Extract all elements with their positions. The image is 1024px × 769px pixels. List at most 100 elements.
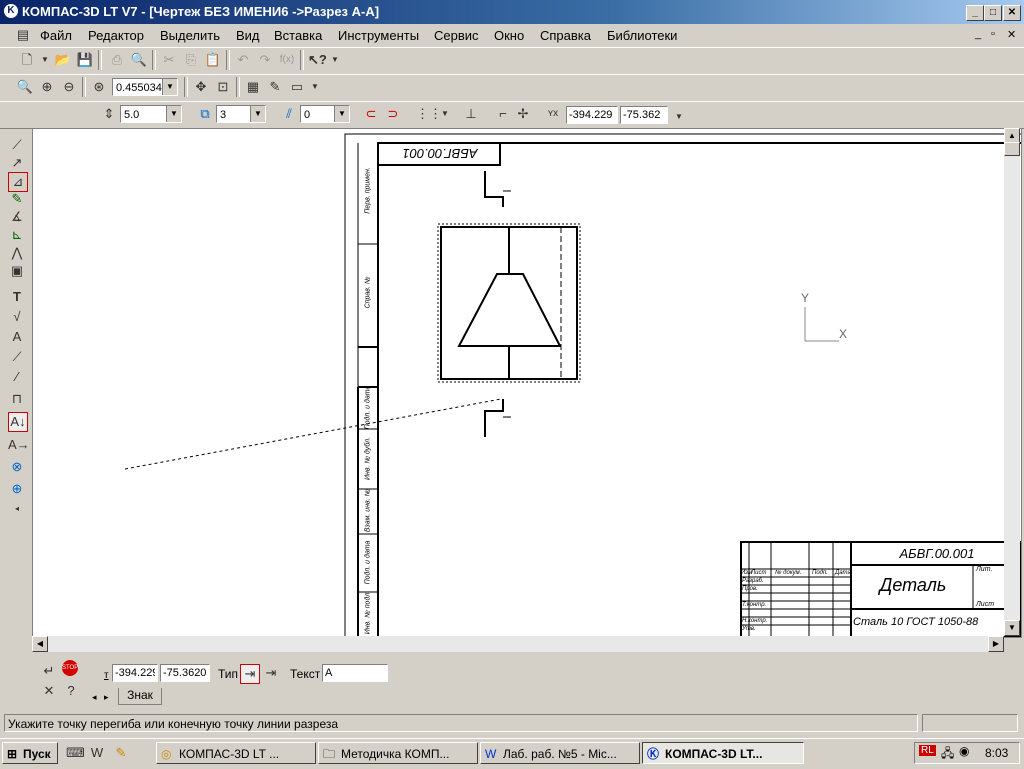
zoom-in-icon[interactable]: ⊕ bbox=[38, 78, 56, 96]
menu-file[interactable]: Файл bbox=[40, 28, 72, 43]
volume-tray-icon[interactable]: ◉ bbox=[959, 744, 969, 758]
step-icon[interactable]: ⇕ bbox=[100, 105, 118, 123]
task-word-doc[interactable]: W Лаб. раб. №5 - Mic... bbox=[480, 742, 640, 764]
open-folder-icon[interactable]: 📂 bbox=[54, 51, 72, 69]
select-icon[interactable]: ⋀ bbox=[8, 244, 26, 262]
position-icon[interactable]: ⊓ bbox=[8, 390, 26, 408]
network-tray-icon[interactable]: 🖧 bbox=[941, 744, 954, 765]
text-field[interactable] bbox=[322, 664, 388, 682]
axis-icon[interactable]: ⊕ bbox=[8, 480, 26, 498]
minimize-button[interactable]: _ bbox=[966, 5, 984, 21]
zoom-window-icon[interactable]: 🔍 bbox=[16, 78, 34, 96]
menu-libraries[interactable]: Библиотеки bbox=[607, 28, 677, 43]
refresh-icon[interactable]: ▦ bbox=[244, 78, 262, 96]
tolerance-icon[interactable]: ⁄ bbox=[8, 368, 26, 386]
style-combo[interactable]: 0 ▼ bbox=[300, 105, 350, 123]
horizontal-scrollbar[interactable]: ◀ ▶ bbox=[32, 636, 1004, 652]
quicklaunch-word-icon[interactable]: W bbox=[88, 744, 106, 762]
layer-view-icon[interactable]: ▭ bbox=[288, 78, 306, 96]
measure-icon[interactable]: ⊾ bbox=[8, 226, 26, 244]
scroll-left-icon[interactable]: ◀ bbox=[32, 636, 48, 652]
doc-minimize-button[interactable]: _ bbox=[975, 28, 981, 40]
leader-icon[interactable]: ⟋ bbox=[8, 348, 26, 366]
section-line-icon[interactable]: A↓ bbox=[8, 412, 28, 432]
print-preview-icon[interactable]: 🔍 bbox=[130, 51, 148, 69]
section-type-1-icon[interactable]: ⇥ bbox=[240, 664, 260, 684]
chevron-down-icon[interactable]: ▼ bbox=[250, 106, 265, 122]
print-icon[interactable]: ⎙ bbox=[108, 51, 126, 69]
grid-dropdown-icon[interactable]: ▼ bbox=[436, 105, 454, 123]
brush-icon[interactable]: ✎ bbox=[266, 78, 284, 96]
chevron-down-icon[interactable]: ▼ bbox=[162, 79, 177, 95]
tab-scroll-right-icon[interactable]: ▸ bbox=[104, 692, 109, 703]
paste-icon[interactable]: 📋 bbox=[204, 51, 222, 69]
create-object-icon[interactable]: ↵ bbox=[40, 662, 58, 680]
symbols-icon[interactable]: ⊿ bbox=[8, 172, 28, 192]
local-cs-icon[interactable]: ⊥ bbox=[462, 105, 480, 123]
copy-icon[interactable]: ⎘ bbox=[182, 51, 200, 69]
parametric-icon[interactable]: ∡ bbox=[8, 208, 26, 226]
spec-icon[interactable]: ▣ bbox=[8, 262, 26, 280]
kompas-app-icon[interactable]: K bbox=[4, 4, 18, 18]
save-icon[interactable]: 💾 bbox=[76, 51, 94, 69]
undo-icon[interactable]: ↶ bbox=[234, 51, 252, 69]
context-help-icon[interactable]: ↖? bbox=[308, 51, 327, 69]
menu-service[interactable]: Сервис bbox=[434, 28, 479, 43]
chevron-down-icon[interactable]: ▼ bbox=[166, 106, 181, 122]
cut-icon[interactable]: ✂ bbox=[160, 51, 178, 69]
tab-sign[interactable]: Знак bbox=[118, 688, 162, 705]
geometry-icon[interactable]: ⟋ bbox=[8, 136, 26, 154]
view-dropdown-icon[interactable]: ▼ bbox=[306, 78, 324, 96]
base-icon[interactable]: A bbox=[8, 328, 26, 346]
drawing-canvas[interactable]: АБВГ.00.001 Перв. примен. Справ. № Подп.… bbox=[32, 128, 1022, 638]
point-y-field[interactable] bbox=[160, 664, 210, 682]
chevron-down-icon[interactable]: ▼ bbox=[334, 106, 349, 122]
style-icon[interactable]: ⫽ bbox=[280, 105, 298, 123]
quicklaunch-pencil-icon[interactable]: ✎ bbox=[112, 744, 130, 762]
cursor-x-field[interactable] bbox=[566, 106, 618, 124]
menu-window[interactable]: Окно bbox=[494, 28, 524, 43]
tab-scroll-left-icon[interactable]: ◂ bbox=[92, 692, 97, 703]
local-snap-icon[interactable]: ⊃ bbox=[384, 105, 402, 123]
grid-icon[interactable]: ⋮⋮ bbox=[416, 105, 442, 123]
cross-icon[interactable]: ✕ bbox=[40, 682, 58, 700]
menu-insert[interactable]: Вставка bbox=[274, 28, 322, 43]
round-icon[interactable]: ✢ bbox=[514, 105, 532, 123]
layers-icon[interactable]: ⧉ bbox=[196, 105, 214, 123]
stop-icon[interactable]: STOP bbox=[62, 660, 78, 676]
new-dropdown-icon[interactable]: ▼ bbox=[36, 51, 54, 69]
zoom-scale-icon[interactable]: ⊛ bbox=[90, 78, 108, 96]
view-arrow-icon[interactable]: A→ bbox=[8, 436, 30, 454]
menu-view[interactable]: Вид bbox=[236, 28, 260, 43]
function-icon[interactable]: f(x) bbox=[278, 51, 296, 69]
close-button[interactable]: ✕ bbox=[1003, 5, 1021, 21]
step-combo[interactable]: 5.0 ▼ bbox=[120, 105, 182, 123]
help-icon[interactable]: ? bbox=[62, 682, 80, 700]
start-button[interactable]: ⊞ Пуск bbox=[2, 742, 58, 764]
scroll-down-icon[interactable]: ▼ bbox=[1004, 620, 1020, 636]
scroll-thumb[interactable] bbox=[1004, 142, 1020, 156]
coords-dropdown-icon[interactable]: ▼ bbox=[670, 108, 688, 126]
zoom-out-icon[interactable]: ⊖ bbox=[60, 78, 78, 96]
document-icon[interactable]: ▤ bbox=[14, 26, 32, 44]
text-icon[interactable]: T bbox=[8, 288, 26, 306]
more-tools-icon[interactable]: ◂ bbox=[8, 500, 26, 518]
task-methodic[interactable]: 🗀 Методичка КОМП... bbox=[318, 742, 478, 764]
point-x-field[interactable] bbox=[112, 664, 158, 682]
roughness-icon[interactable]: √ bbox=[8, 308, 26, 326]
menu-tools[interactable]: Инструменты bbox=[338, 28, 419, 43]
vertical-scrollbar[interactable]: ▲ ▼ bbox=[1004, 128, 1020, 636]
zoom-combo[interactable]: 0.455034 ▼ bbox=[112, 78, 178, 96]
scroll-right-icon[interactable]: ▶ bbox=[988, 636, 1004, 652]
new-document-icon[interactable]: 🗋 bbox=[18, 51, 36, 69]
layer-combo[interactable]: 3 ▼ bbox=[216, 105, 266, 123]
doc-close-button[interactable]: ✕ bbox=[1007, 28, 1016, 41]
menu-help[interactable]: Справка bbox=[540, 28, 591, 43]
snap-magnet-icon[interactable]: ⊂ bbox=[362, 105, 380, 123]
dimensions-icon[interactable]: ↗ bbox=[8, 154, 26, 172]
ortho-icon[interactable]: ⌐ bbox=[494, 105, 512, 123]
menu-select[interactable]: Выделить bbox=[160, 28, 220, 43]
section-type-2-icon[interactable]: ⇥ bbox=[262, 664, 280, 682]
maximize-button[interactable]: □ bbox=[984, 5, 1002, 21]
pan-icon[interactable]: ✥ bbox=[192, 78, 210, 96]
